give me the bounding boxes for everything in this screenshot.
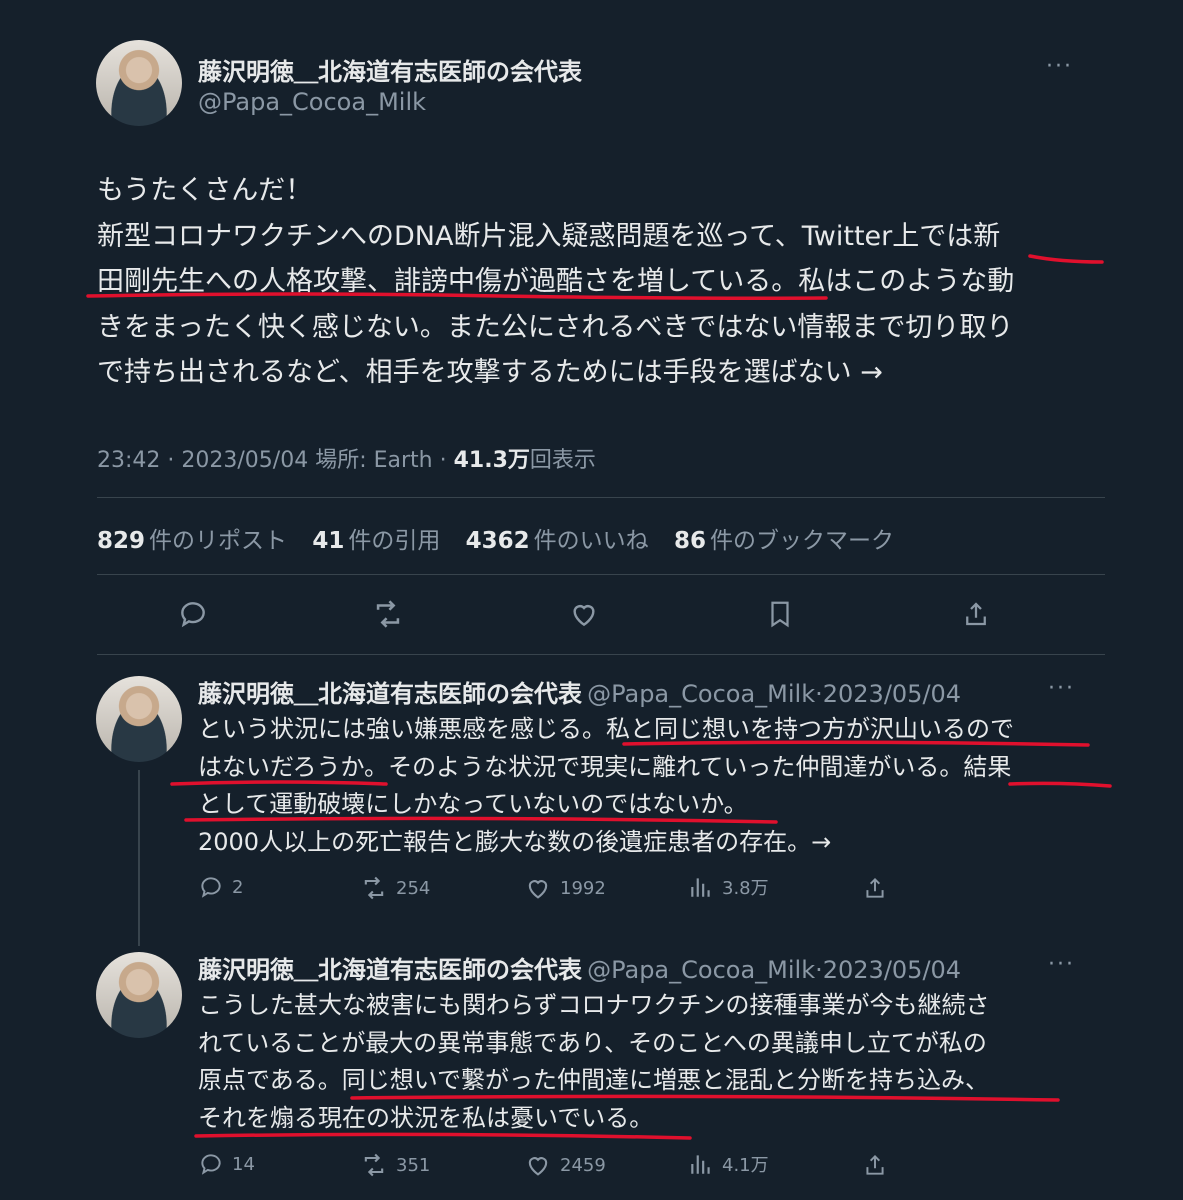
analytics-icon	[691, 878, 710, 897]
reply-header: 藤沢明徳＿北海道有志医師の会代表 @Papa_Cocoa_Milk·2023/0…	[198, 950, 961, 985]
comment-icon	[201, 1154, 221, 1175]
bookmark-button[interactable]	[760, 594, 800, 634]
comment-icon	[181, 602, 205, 628]
reply-line: という状況には強い嫌悪感を感じる。私と同じ想いを持つ方が沢山いるので	[198, 715, 1014, 743]
reply-date[interactable]: ·2023/05/04	[815, 956, 961, 984]
like-count: 1992	[560, 877, 606, 899]
views-button[interactable]: 3.8万	[688, 874, 769, 900]
reply-text: という状況には強い嫌悪感を感じる。私と同じ想いを持つ方が沢山いるので はないだろ…	[198, 711, 1078, 861]
reply-author-name[interactable]: 藤沢明徳＿北海道有志医師の会代表	[198, 956, 582, 984]
reply-line: それを煽る現在の状況を私は憂いでいる。	[198, 1103, 654, 1132]
reply-line: として運動破壊にしかなっていないのではないか。	[198, 790, 748, 818]
stat-reposts[interactable]: 829 件のリポスト	[97, 528, 287, 554]
reply-line: 2000人以上の死亡報告と膨大な数の後遺症患者の存在。→	[198, 827, 832, 856]
view-label: 回表示	[529, 448, 596, 473]
tweet-location: 場所: Earth	[315, 448, 433, 473]
heart-icon	[528, 1157, 548, 1176]
reply-count: 14	[232, 1153, 255, 1175]
reply-count: 2	[232, 876, 244, 898]
reply-header: 藤沢明徳＿北海道有志医師の会代表 @Papa_Cocoa_Milk·2023/0…	[198, 674, 961, 709]
reply-avatar[interactable]	[96, 952, 182, 1038]
like-count-button[interactable]: 1992	[524, 874, 606, 902]
repost-count: 351	[396, 1154, 431, 1176]
engagement-stats: 829 件のリポスト 41 件の引用 4362 件のいいね 86 件のブックマーク	[97, 521, 912, 555]
reply-author-handle[interactable]: @Papa_Cocoa_Milk	[587, 680, 815, 708]
view-count: 41.3万	[453, 448, 530, 473]
reply-text: こうした甚大な被害にも関わらずコロナワクチンの接種事業が今も継続さ れていること…	[198, 987, 1078, 1137]
heart-icon	[528, 880, 548, 899]
reply-date[interactable]: ·2023/05/04	[815, 680, 961, 708]
view-count: 4.1万	[722, 1155, 769, 1176]
tweet-date[interactable]: 2023/05/04	[181, 448, 308, 473]
view-count: 3.8万	[722, 878, 769, 899]
repost-icon	[364, 876, 384, 900]
divider	[97, 654, 1105, 655]
stat-quotes[interactable]: 41 件の引用	[312, 528, 440, 554]
meta-separator: ·	[439, 448, 447, 473]
reply-count-button[interactable]: 2	[198, 874, 243, 900]
more-options-icon[interactable]: ···	[1048, 676, 1075, 701]
comment-icon	[201, 877, 221, 898]
analytics-icon	[691, 1155, 710, 1174]
share-button[interactable]	[862, 874, 888, 902]
more-options-icon[interactable]: ···	[1048, 952, 1075, 977]
share-icon	[866, 877, 884, 898]
share-icon	[966, 602, 986, 626]
share-button[interactable]	[956, 594, 996, 634]
tweet-time[interactable]: 23:42	[97, 448, 160, 473]
heart-icon	[573, 605, 595, 627]
reply-count-button[interactable]: 14	[198, 1151, 255, 1177]
divider	[97, 497, 1105, 498]
share-icon	[866, 1154, 884, 1175]
repost-icon	[376, 600, 400, 628]
views-button[interactable]: 4.1万	[688, 1151, 769, 1177]
thread-line	[138, 770, 140, 946]
tweet-meta: 23:42 · 2023/05/04 場所: Earth · 41.3万回表示	[97, 442, 596, 474]
reply-line: 原点である。同じ想いで繋がった仲間達に増悪と混乱と分断を持ち込み、	[198, 1066, 990, 1094]
repost-count-button[interactable]: 351	[360, 1151, 430, 1179]
reply-author-name[interactable]: 藤沢明徳＿北海道有志医師の会代表	[198, 680, 582, 708]
bookmark-icon	[771, 601, 789, 628]
stat-likes[interactable]: 4362 件のいいね	[466, 528, 649, 554]
reply-line: れていることが最大の異常事態であり、そのことへの異議申し立てが私の	[198, 1028, 987, 1057]
repost-icon	[364, 1153, 384, 1177]
repost-button[interactable]	[368, 594, 408, 634]
repost-count-button[interactable]: 254	[360, 874, 430, 902]
reply-line: はないだろうか。そのような状況で現実に離れていった仲間達がいる。結果	[198, 752, 1012, 781]
share-button[interactable]	[862, 1151, 888, 1179]
repost-count: 254	[396, 877, 431, 899]
divider	[97, 574, 1105, 575]
reply-author-handle[interactable]: @Papa_Cocoa_Milk	[587, 956, 815, 984]
like-button[interactable]	[564, 594, 604, 634]
reply-button[interactable]	[173, 594, 213, 634]
meta-separator: ·	[167, 448, 175, 473]
reply-line: こうした甚大な被害にも関わらずコロナワクチンの接種事業が今も継続さ	[198, 991, 990, 1019]
reply-avatar[interactable]	[96, 676, 182, 762]
like-count-button[interactable]: 2459	[524, 1151, 606, 1179]
like-count: 2459	[560, 1154, 606, 1176]
stat-bookmarks[interactable]: 86 件のブックマーク	[674, 528, 894, 554]
